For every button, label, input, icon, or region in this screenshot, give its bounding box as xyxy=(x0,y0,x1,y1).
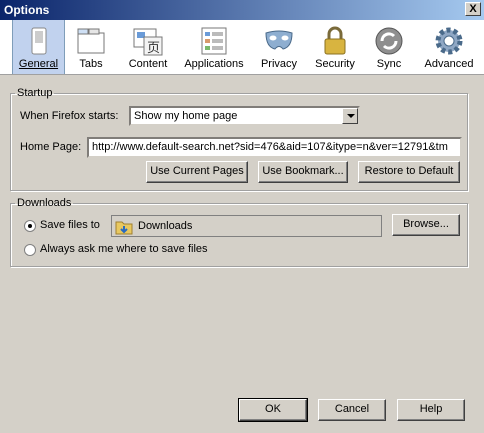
advanced-gear-icon xyxy=(435,27,463,55)
cancel-button[interactable]: Cancel xyxy=(318,399,386,421)
pane-label: Sync xyxy=(376,58,402,70)
sync-icon xyxy=(375,27,403,55)
window-title: Options xyxy=(4,3,50,17)
folder-download-icon xyxy=(115,221,133,235)
home-page-input[interactable]: http://www.default-search.net?sid=476&ai… xyxy=(87,137,462,158)
pane-applications[interactable]: Applications xyxy=(180,20,248,74)
pane-security[interactable]: Security xyxy=(310,20,360,74)
downloads-legend: Downloads xyxy=(17,197,72,209)
pane-label: General xyxy=(18,58,59,70)
title-bar: Options X xyxy=(0,0,484,20)
always-ask-label[interactable]: Always ask me where to save files xyxy=(40,243,208,255)
pane-general[interactable]: General xyxy=(12,20,65,74)
use-bookmark-button[interactable]: Use Bookmark... xyxy=(258,161,348,183)
privacy-mask-icon xyxy=(265,30,293,50)
startup-legend: Startup xyxy=(17,87,53,99)
pane-label: Advanced xyxy=(424,58,474,70)
when-starts-label: When Firefox starts: xyxy=(20,110,119,122)
home-page-label: Home Page: xyxy=(20,141,82,153)
save-files-to-label[interactable]: Save files to xyxy=(40,219,100,231)
save-location-value: Downloads xyxy=(138,220,193,232)
save-location-field: Downloads xyxy=(111,215,382,237)
use-current-pages-button[interactable]: Use Current Pages xyxy=(146,161,248,183)
pane-content[interactable]: 页 Content xyxy=(122,20,174,74)
help-button[interactable]: Help xyxy=(397,399,465,421)
always-ask-radio[interactable] xyxy=(24,244,36,256)
tabs-icon xyxy=(77,28,105,54)
general-switch-icon xyxy=(31,27,46,55)
pane-label: Content xyxy=(128,58,168,70)
restore-default-button[interactable]: Restore to Default xyxy=(358,161,460,183)
browse-button[interactable]: Browse... xyxy=(392,214,460,236)
when-starts-value: Show my home page xyxy=(134,110,238,122)
save-files-to-radio[interactable] xyxy=(24,220,36,232)
pane-tabs[interactable]: Tabs xyxy=(66,20,116,74)
close-button[interactable]: X xyxy=(465,2,481,16)
security-lock-icon xyxy=(324,26,346,55)
pane-label: Security xyxy=(315,58,355,70)
applications-icon xyxy=(201,27,227,55)
pane-label: Tabs xyxy=(79,58,103,70)
chevron-down-icon[interactable] xyxy=(342,108,358,124)
pane-toolbar: General Tabs 页 Content Applications Priv… xyxy=(0,20,484,75)
pane-label: Privacy xyxy=(260,58,298,70)
pane-label: Applications xyxy=(184,58,244,70)
ok-button[interactable]: OK xyxy=(238,398,308,422)
when-starts-select[interactable]: Show my home page xyxy=(129,106,360,126)
content-icon: 页 xyxy=(133,28,163,56)
pane-privacy[interactable]: Privacy xyxy=(256,20,302,74)
pane-advanced[interactable]: Advanced xyxy=(420,20,478,74)
svg-text:页: 页 xyxy=(147,41,160,56)
pane-sync[interactable]: Sync xyxy=(368,20,410,74)
